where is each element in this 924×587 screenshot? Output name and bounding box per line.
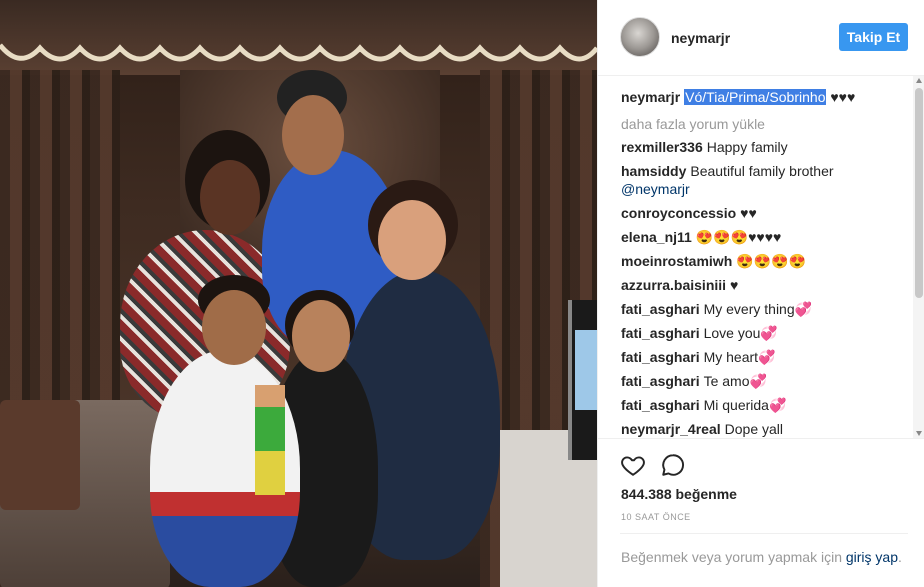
caption-selected-text: Vó/Tia/Prima/Sobrinho (684, 89, 827, 105)
comments-list: neymarjr Vó/Tia/Prima/Sobrinho ♥♥♥ daha f… (598, 76, 913, 438)
post-side-panel: neymarjr Takip Et neymarjr Vó/Tia/Prima/S… (597, 0, 924, 587)
face (200, 160, 260, 235)
comment-text: ♥ (730, 277, 739, 293)
comment-item: moeinrostamiwh 😍😍😍😍 (621, 252, 909, 270)
face (282, 95, 344, 175)
scroll-down-arrow-icon[interactable] (916, 431, 922, 436)
comment-username[interactable]: azzurra.baisiniii (621, 277, 726, 293)
divider (620, 533, 908, 534)
post-photo[interactable] (0, 0, 597, 587)
login-link[interactable]: giriş yap (846, 549, 898, 565)
tv-screen (575, 330, 597, 410)
heart-icon[interactable] (620, 452, 646, 478)
comments-scrollbar[interactable] (913, 76, 924, 438)
login-prompt-end: . (898, 549, 902, 565)
comment-item: conroyconcessio ♥♥ (621, 204, 909, 222)
comment-item: neymarjr_4real Dope yall (621, 420, 909, 438)
face (292, 300, 350, 372)
caption-hearts: ♥♥♥ (826, 89, 856, 105)
comment-bubble-icon[interactable] (660, 452, 686, 478)
comment-username[interactable]: fati_asghari (621, 373, 700, 389)
comment-text: ♥♥ (740, 205, 757, 221)
comment-username[interactable]: fati_asghari (621, 325, 700, 341)
follow-button[interactable]: Takip Et (839, 23, 908, 51)
comment-text: 😍😍😍♥♥♥♥ (695, 229, 782, 245)
comment-username[interactable]: rexmiller336 (621, 139, 703, 155)
avatar[interactable] (620, 17, 660, 57)
comment-text: Te amo💞 (703, 373, 767, 389)
comment-username[interactable]: fati_asghari (621, 397, 700, 413)
caption: neymarjr Vó/Tia/Prima/Sobrinho ♥♥♥ (621, 88, 909, 106)
login-prompt: Beğenmek veya yorum yapmak için giriş ya… (621, 548, 906, 567)
comment-text: Mi querida💞 (703, 397, 787, 413)
comment-text: Dope yall (724, 421, 784, 437)
comment-username[interactable]: conroyconcessio (621, 205, 736, 221)
comment-mention-link[interactable]: @neymarjr (621, 181, 690, 197)
comment-item: rexmiller336 Happy family (621, 138, 909, 156)
cushion (0, 400, 80, 510)
caption-username[interactable]: neymarjr (621, 89, 680, 105)
comment-item: fati_asghari Te amo💞 (621, 372, 909, 390)
likes-count[interactable]: 844.388 beğenme (621, 486, 737, 502)
scroll-thumb[interactable] (915, 88, 923, 298)
comment-item: elena_nj11 😍😍😍♥♥♥♥ (621, 228, 909, 246)
face (202, 290, 266, 365)
comment-item: hamsiddy Beautiful family brother @neymar… (621, 162, 909, 198)
login-prompt-text: Beğenmek veya yorum yapmak için (621, 549, 846, 565)
comment-item: fati_asghari Love you💞 (621, 324, 909, 342)
comment-text: My heart💞 (703, 349, 776, 365)
comment-item: fati_asghari Mi querida💞 (621, 396, 909, 414)
comment-username[interactable]: moeinrostamiwh (621, 253, 732, 269)
post-timestamp[interactable]: 10 SAAT ÖNCE (621, 512, 691, 522)
comment-item: fati_asghari My heart💞 (621, 348, 909, 366)
scroll-up-arrow-icon[interactable] (916, 78, 922, 83)
face (378, 200, 446, 280)
header-username[interactable]: neymarjr (671, 30, 730, 46)
comment-username[interactable]: fati_asghari (621, 349, 700, 365)
comment-text: My every thing💞 (703, 301, 813, 317)
action-figure-toy (255, 385, 285, 495)
comment-username[interactable]: hamsiddy (621, 163, 686, 179)
comment-text: Happy family (706, 139, 788, 155)
post-header: neymarjr Takip Et (598, 0, 924, 76)
comment-text: Love you💞 (703, 325, 778, 341)
comment-text: 😍😍😍😍 (736, 253, 806, 269)
comment-item: azzurra.baisiniii ♥ (621, 276, 909, 294)
comment-username[interactable]: elena_nj11 (621, 229, 692, 245)
comment-username[interactable]: neymarjr_4real (621, 421, 721, 437)
comment-text: Beautiful family brother (690, 163, 834, 179)
load-more-comments-link[interactable]: daha fazla yorum yükle (621, 116, 765, 132)
comment-item: fati_asghari My every thing💞 (621, 300, 909, 318)
comment-username[interactable]: fati_asghari (621, 301, 700, 317)
